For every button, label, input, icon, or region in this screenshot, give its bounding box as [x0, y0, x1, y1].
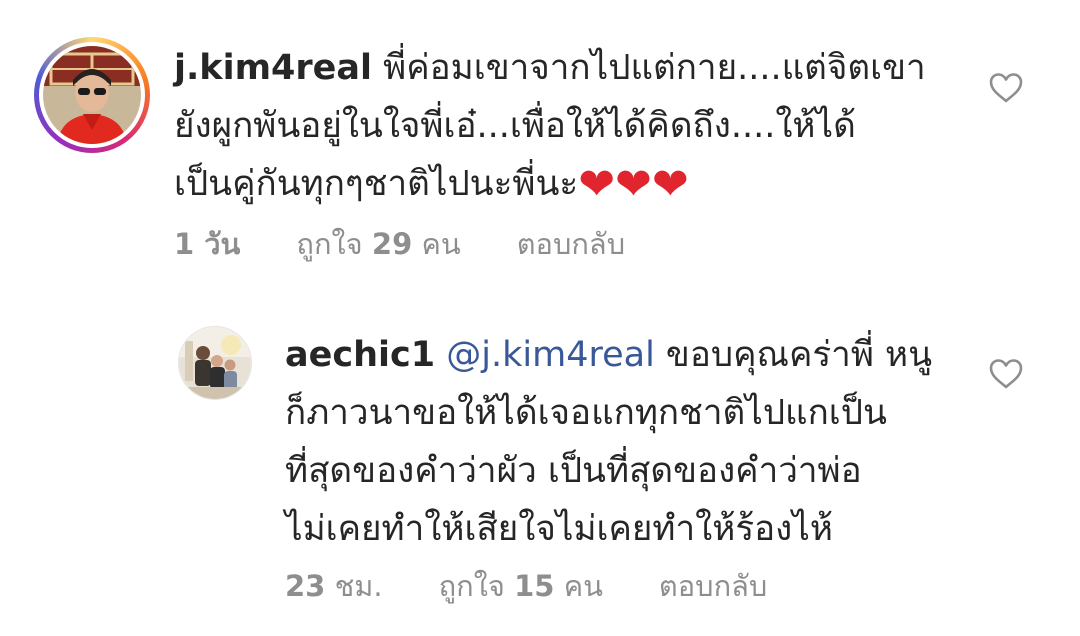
mention-link[interactable]: @j.kim4real [446, 335, 655, 375]
comment-text: j.kim4real พี่ค่อมเขาจากไปแต่กาย....แต่จ… [174, 39, 926, 213]
reply-button[interactable]: ตอบกลับ [517, 221, 625, 267]
reply-comment-text: aechic1 @j.kim4real ขอบคุณคร่าพี่ หนู ก็… [285, 326, 932, 558]
comment-line: ขอบคุณคร่าพี่ หนู [654, 335, 933, 375]
red-heart-emoji: ❤❤❤ [578, 159, 689, 210]
comment-line: ยังผูกพันอยู่ในใจพี่เอ๋...เพื่อให้ได้คิด… [174, 106, 856, 146]
comment-meta: 1 วัน ถูกใจ 29 คน ตอบกลับ [174, 221, 625, 267]
like-heart-icon[interactable] [989, 72, 1023, 104]
comment-line: ก็ภาวนาขอให้ได้เจอแกทุกชาติไปแกเป็น [285, 393, 887, 433]
like-heart-icon[interactable] [989, 358, 1023, 390]
likes-prefix: ถูกใจ [438, 569, 505, 603]
comment-item: j.kim4real พี่ค่อมเขาจากไปแต่กาย....แต่จ… [0, 0, 1080, 280]
comment-line: พี่ค่อมเขาจากไปแต่กาย....แต่จิตเขา [383, 48, 926, 88]
likes-count-link[interactable]: ถูกใจ 15 คน [439, 563, 603, 609]
timestamp-unit: ชม. [334, 569, 383, 603]
likes-suffix: คน [421, 227, 461, 261]
comment-username[interactable]: aechic1 [285, 335, 435, 375]
likes-number: 15 [514, 569, 555, 603]
avatar [43, 46, 141, 144]
likes-number: 29 [371, 227, 413, 261]
avatar [178, 326, 252, 400]
comment-username[interactable]: j.kim4real [174, 48, 372, 88]
comment-timestamp: 1 วัน [174, 227, 241, 261]
comment-line: เป็นคู่กันทุกๆชาติไปนะพี่นะ [174, 164, 579, 204]
likes-count-link[interactable]: ถูกใจ 29 คน [296, 221, 460, 267]
comment-line: ไม่เคยทำให้เสียใจไม่เคยทำให้ร้องไห้ [285, 509, 833, 549]
comment-meta: 23 ชม. ถูกใจ 15 คน ตอบกลับ [285, 563, 767, 609]
reply-button[interactable]: ตอบกลับ [659, 563, 767, 609]
comment-line: ที่สุดของคำว่าผัว เป็นที่สุดของคำว่าพ่อ [285, 451, 862, 491]
avatar-story-ring[interactable] [34, 37, 150, 153]
timestamp-number: 23 [285, 569, 326, 603]
likes-suffix: คน [563, 569, 603, 603]
comment-timestamp: 23 ชม. [285, 563, 383, 609]
likes-prefix: ถูกใจ [296, 227, 363, 261]
